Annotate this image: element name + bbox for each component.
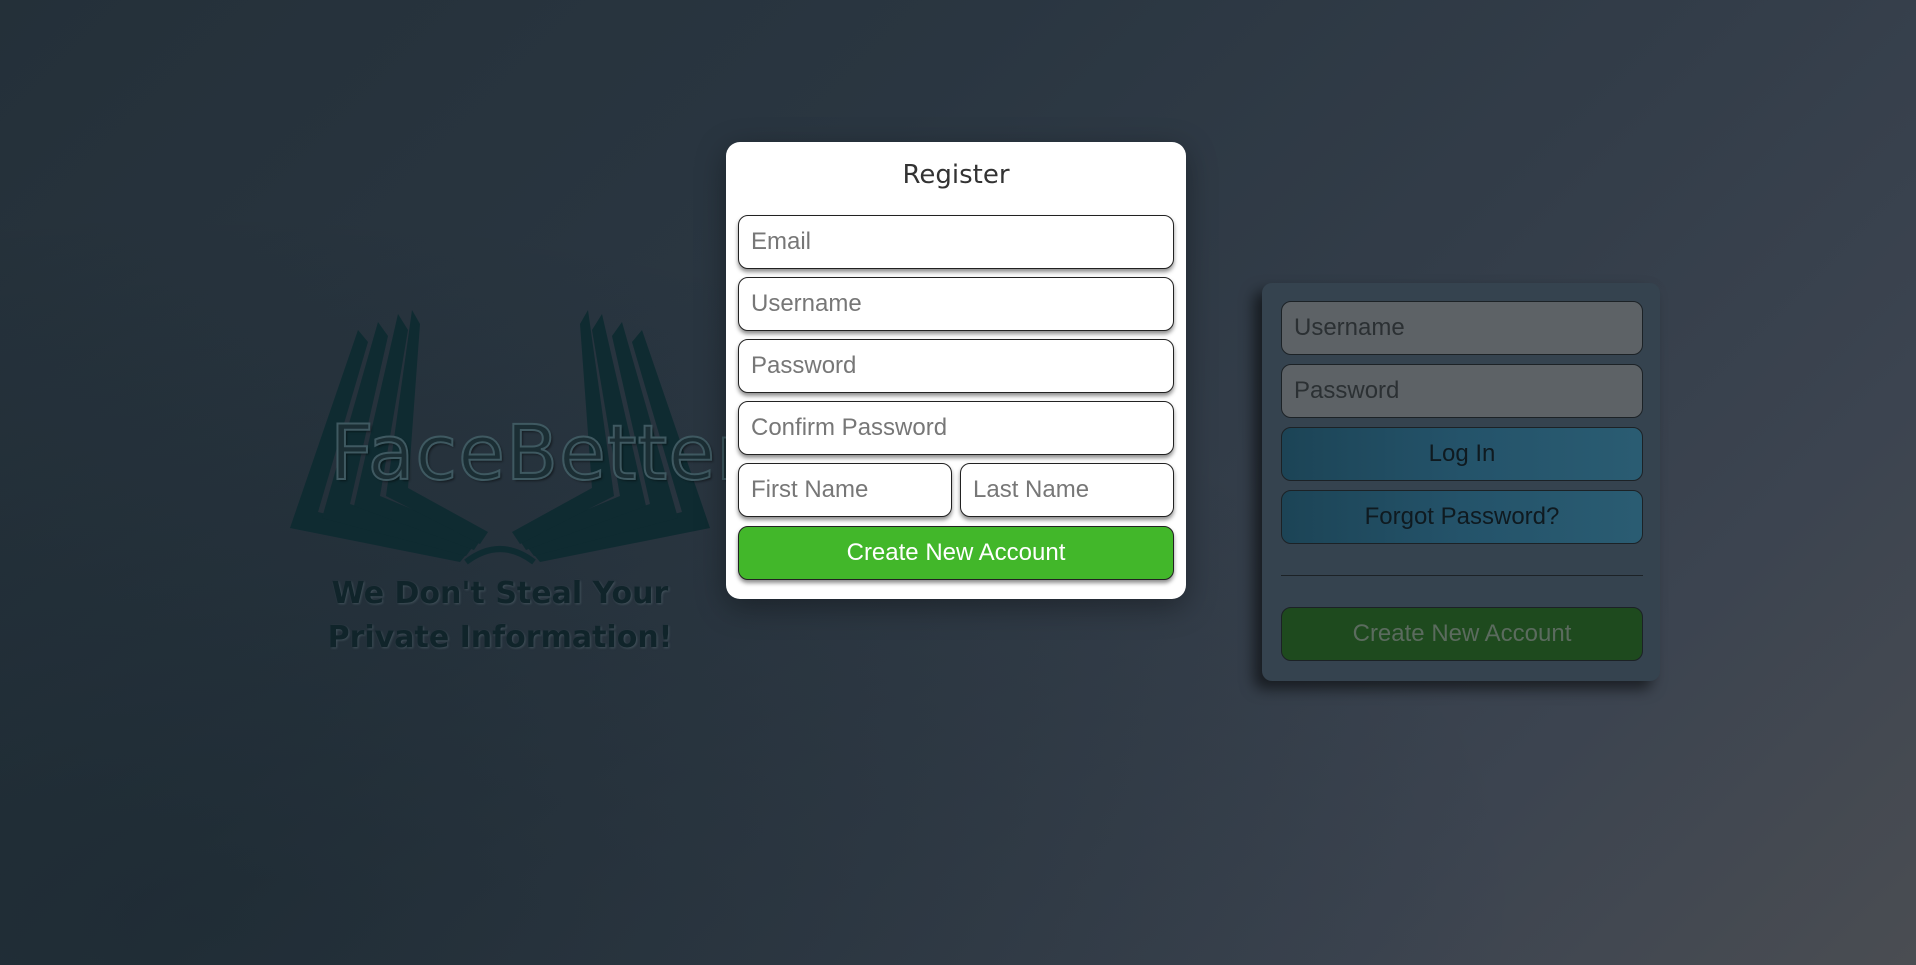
- brand-logo-area: FaceBetter We Don't Steal Your Private I…: [270, 300, 748, 670]
- register-last-name-input[interactable]: [960, 463, 1174, 517]
- register-email-input[interactable]: [738, 215, 1174, 269]
- login-divider: [1281, 575, 1643, 576]
- login-create-account-button[interactable]: Create New Account: [1281, 607, 1643, 661]
- login-panel: Log In Forgot Password? Create New Accou…: [1262, 283, 1660, 681]
- login-button[interactable]: Log In: [1281, 427, 1643, 481]
- create-account-button[interactable]: Create New Account: [738, 526, 1174, 580]
- register-username-input[interactable]: [738, 277, 1174, 331]
- brand-name: FaceBetter: [329, 407, 749, 498]
- forgot-password-button[interactable]: Forgot Password?: [1281, 490, 1643, 544]
- register-confirm-password-input[interactable]: [738, 401, 1174, 455]
- register-first-name-input[interactable]: [738, 463, 952, 517]
- register-title: Register: [902, 160, 1010, 190]
- register-password-input[interactable]: [738, 339, 1174, 393]
- brand-tagline: We Don't Steal Your Private Information!: [327, 576, 673, 655]
- login-password-input[interactable]: [1281, 364, 1643, 418]
- login-username-input[interactable]: [1281, 301, 1643, 355]
- register-modal: Register Create New Account: [726, 142, 1186, 599]
